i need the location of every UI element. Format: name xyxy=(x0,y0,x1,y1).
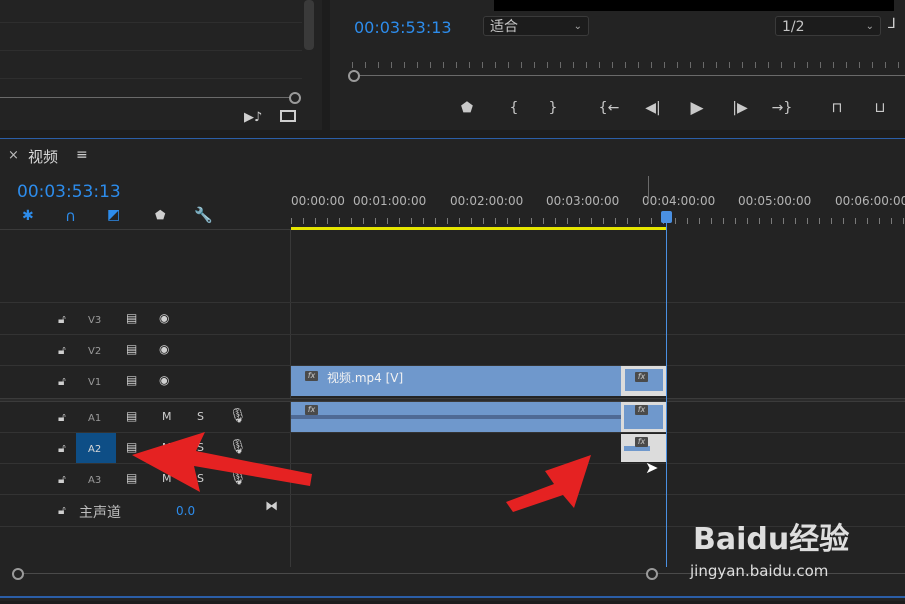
red-arrow-right xyxy=(506,455,591,512)
red-arrow-left xyxy=(132,432,312,492)
watermark-logo: Baidu经验 xyxy=(693,514,849,558)
watermark-url: jingyan.baidu.com xyxy=(690,562,829,580)
watermark-brand: Baidu经验 xyxy=(693,522,850,557)
